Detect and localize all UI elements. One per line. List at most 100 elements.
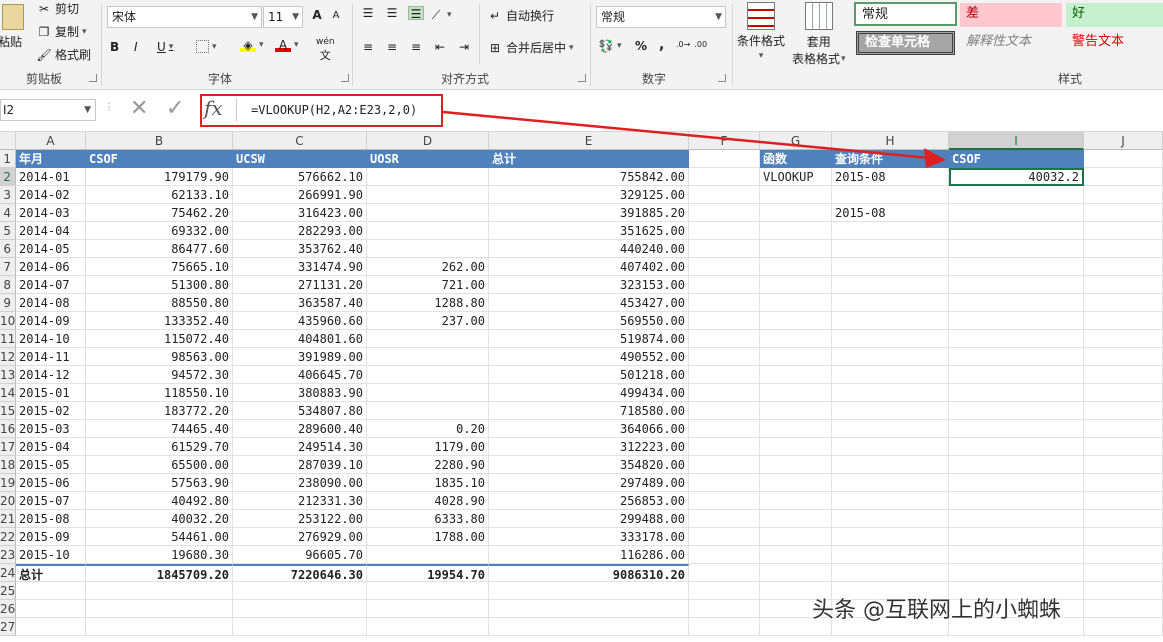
name-box[interactable]: I2 ▼ [0, 99, 96, 121]
empty-cell[interactable] [86, 618, 233, 636]
row-header[interactable]: 21 [0, 510, 16, 528]
empty-cell[interactable] [760, 204, 832, 222]
total-cell[interactable]: 19954.70 [367, 564, 489, 582]
total-cell[interactable]: 7220646.30 [233, 564, 367, 582]
number-launcher-icon[interactable] [718, 74, 726, 82]
table-cell[interactable]: 54461.00 [86, 528, 233, 546]
total-cell[interactable]: 9086310.20 [489, 564, 689, 582]
column-header-h[interactable]: H [832, 132, 949, 150]
empty-cell[interactable] [760, 528, 832, 546]
table-cell[interactable] [367, 168, 489, 186]
table-cell[interactable]: 2014-08 [16, 294, 86, 312]
table-cell[interactable]: 380883.90 [233, 384, 367, 402]
empty-cell[interactable] [760, 420, 832, 438]
column-header-g[interactable]: G [760, 132, 832, 150]
empty-cell[interactable] [832, 402, 949, 420]
empty-cell[interactable] [949, 474, 1084, 492]
empty-cell[interactable] [832, 564, 949, 582]
total-cell[interactable]: 总计 [16, 564, 86, 582]
font-launcher-icon[interactable] [341, 74, 349, 82]
total-cell[interactable]: 1845709.20 [86, 564, 233, 582]
table-cell[interactable]: 2280.90 [367, 456, 489, 474]
empty-cell[interactable] [949, 258, 1084, 276]
table-cell[interactable]: 316423.00 [233, 204, 367, 222]
table-cell[interactable]: 2015-09 [16, 528, 86, 546]
empty-cell[interactable] [689, 600, 760, 618]
wrap-text-button[interactable]: ↵ 自动换行 [487, 7, 554, 24]
table-cell[interactable]: 1788.00 [367, 528, 489, 546]
table-cell[interactable]: 718580.00 [489, 402, 689, 420]
comma-button[interactable]: , [659, 37, 664, 53]
table-cell[interactable]: 440240.00 [489, 240, 689, 258]
row-header[interactable]: 4 [0, 204, 16, 222]
style-good[interactable]: 好 [1066, 3, 1163, 27]
column-header-a[interactable]: A [16, 132, 86, 150]
empty-cell[interactable] [760, 456, 832, 474]
table-cell[interactable]: 499434.00 [489, 384, 689, 402]
empty-cell[interactable] [689, 366, 760, 384]
table-cell[interactable]: 363587.40 [233, 294, 367, 312]
empty-cell[interactable] [689, 384, 760, 402]
conditional-format-button[interactable]: 条件格式 ▾ [737, 2, 785, 61]
font-size-select[interactable]: 11 ▼ [263, 6, 303, 28]
table-cell[interactable]: 391989.00 [233, 348, 367, 366]
table-cell[interactable]: 576662.10 [233, 168, 367, 186]
style-bad[interactable]: 差 [960, 3, 1062, 27]
table-cell[interactable] [367, 330, 489, 348]
column-header-d[interactable]: D [367, 132, 489, 150]
table-cell[interactable]: 2015-01 [16, 384, 86, 402]
empty-cell[interactable] [1084, 366, 1163, 384]
row-header[interactable]: 14 [0, 384, 16, 402]
empty-cell[interactable] [760, 312, 832, 330]
row-header[interactable]: 25 [0, 582, 16, 600]
lookup-header-criteria[interactable]: 查询条件 [832, 150, 949, 168]
table-cell[interactable]: 74465.40 [86, 420, 233, 438]
empty-cell[interactable] [832, 276, 949, 294]
table-cell[interactable]: 569550.00 [489, 312, 689, 330]
style-warning[interactable]: 警告文本 [1066, 31, 1163, 55]
empty-cell[interactable] [760, 330, 832, 348]
table-header-cell[interactable]: 年月 [16, 150, 86, 168]
empty-cell[interactable] [832, 294, 949, 312]
empty-cell[interactable] [689, 528, 760, 546]
copy-button[interactable]: ❐ 复制 ▾ [36, 23, 87, 40]
row-header[interactable]: 5 [0, 222, 16, 240]
style-normal[interactable]: 常规 [854, 2, 957, 26]
style-check-cell[interactable]: 检查单元格 [856, 31, 955, 55]
table-cell[interactable]: 65500.00 [86, 456, 233, 474]
font-color-button[interactable]: A ▾ [275, 38, 299, 52]
empty-cell[interactable] [832, 438, 949, 456]
table-cell[interactable]: 453427.00 [489, 294, 689, 312]
empty-cell[interactable] [949, 492, 1084, 510]
table-cell[interactable]: 519874.00 [489, 330, 689, 348]
empty-cell[interactable] [1084, 600, 1163, 618]
empty-cell[interactable] [949, 402, 1084, 420]
empty-cell[interactable] [689, 510, 760, 528]
table-cell[interactable]: 2014-01 [16, 168, 86, 186]
row-header[interactable]: 2 [0, 168, 16, 186]
row-header[interactable]: 24 [0, 564, 16, 582]
empty-cell[interactable] [16, 600, 86, 618]
empty-cell[interactable] [760, 348, 832, 366]
empty-cell[interactable] [949, 294, 1084, 312]
table-cell[interactable]: 2015-07 [16, 492, 86, 510]
border-button[interactable]: ▾ [196, 40, 217, 53]
empty-cell[interactable] [949, 438, 1084, 456]
lookup-header-function[interactable]: 函数 [760, 150, 832, 168]
empty-cell[interactable] [1084, 348, 1163, 366]
empty-cell[interactable] [86, 582, 233, 600]
empty-cell[interactable] [1084, 258, 1163, 276]
align-center-icon[interactable]: ≡ [384, 40, 400, 54]
empty-cell[interactable] [949, 456, 1084, 474]
table-cell[interactable] [367, 546, 489, 564]
table-cell[interactable]: 2014-07 [16, 276, 86, 294]
empty-cell[interactable] [689, 438, 760, 456]
format-as-table-button[interactable]: 套用 表格格式 ▾ [792, 2, 846, 67]
empty-cell[interactable] [949, 222, 1084, 240]
empty-cell[interactable] [489, 600, 689, 618]
empty-cell[interactable] [1084, 492, 1163, 510]
table-cell[interactable]: 237.00 [367, 312, 489, 330]
empty-cell[interactable] [832, 510, 949, 528]
table-cell[interactable]: 2015-02 [16, 402, 86, 420]
empty-cell[interactable] [949, 330, 1084, 348]
